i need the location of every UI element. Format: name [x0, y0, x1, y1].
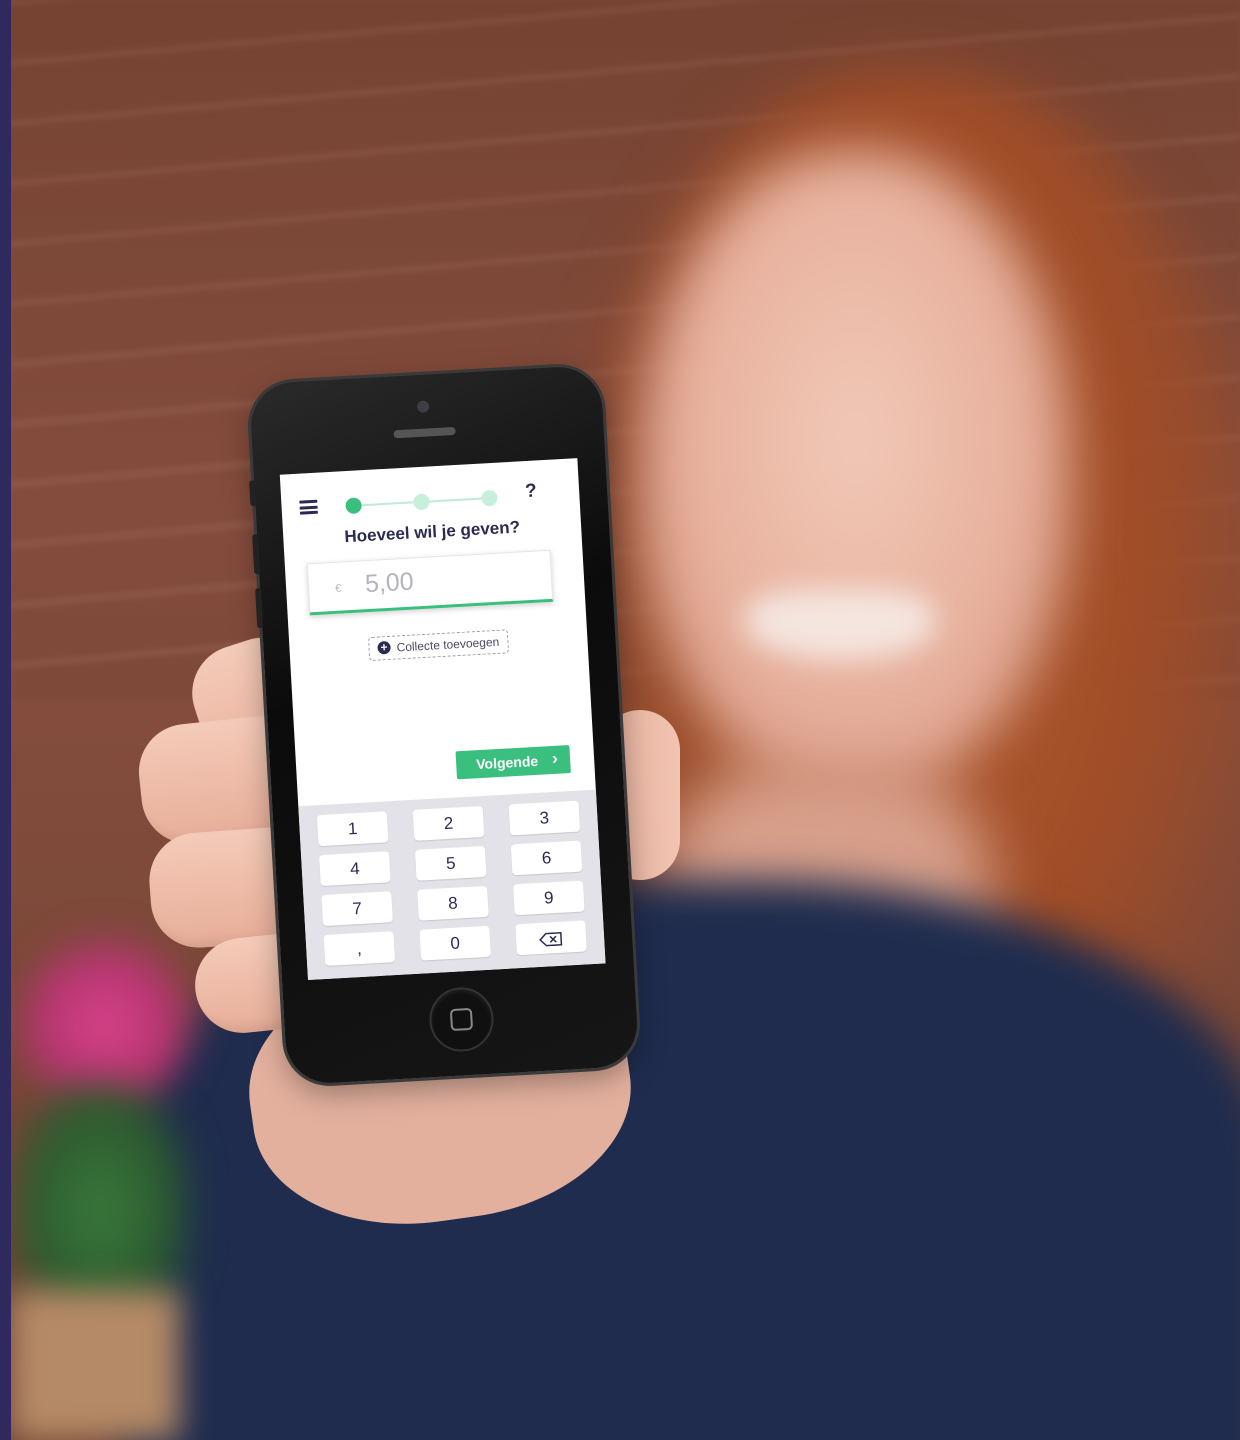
page-title: Hoeveel wil je geven? [343, 517, 521, 547]
add-collecte-button[interactable]: + Collecte toevoegen [367, 629, 510, 662]
key-4[interactable]: 4 [319, 851, 391, 887]
top-bar: ? [280, 458, 580, 519]
person-smile [745, 590, 935, 660]
key-1[interactable]: 1 [316, 811, 389, 847]
next-button-label: Volgende [475, 752, 539, 773]
key-3[interactable]: 3 [508, 800, 581, 836]
help-button[interactable]: ? [525, 480, 538, 503]
key-8[interactable]: 8 [417, 885, 489, 921]
step-connector [427, 497, 484, 503]
earpiece-speaker [393, 426, 456, 439]
home-button[interactable] [427, 985, 496, 1054]
plus-circle-icon: + [377, 640, 391, 655]
chevron-right-icon: › [551, 748, 559, 769]
step-dot-3 [480, 489, 498, 507]
amount-value: 5,00 [364, 567, 415, 599]
key-5[interactable]: 5 [414, 845, 487, 881]
add-collecte-label: Collecte toevoegen [396, 634, 500, 655]
numeric-keypad: 1 2 3 4 5 6 7 8 9 , 0 [298, 789, 606, 980]
step-connector [359, 501, 416, 507]
step-dot-2 [413, 493, 430, 511]
next-button[interactable]: Volgende › [455, 745, 571, 780]
app-screen: ? Hoeveel wil je geven? € 5,00 + Collect… [279, 458, 606, 980]
front-camera [416, 400, 430, 413]
key-9[interactable]: 9 [513, 880, 585, 916]
currency-symbol: € [334, 582, 342, 595]
backspace-key[interactable] [515, 920, 587, 956]
key-2[interactable]: 2 [412, 805, 485, 841]
smartphone: ? Hoeveel wil je geven? € 5,00 + Collect… [248, 364, 640, 1086]
amount-input[interactable]: € 5,00 [306, 549, 554, 616]
key-6[interactable]: 6 [510, 840, 583, 876]
home-square-icon [449, 1007, 474, 1032]
key-0[interactable]: 0 [419, 925, 492, 961]
step-dot-1 [345, 497, 363, 515]
volume-up-button [252, 534, 261, 575]
backspace-icon [539, 931, 563, 946]
left-accent-bar [0, 0, 11, 1440]
key-comma[interactable]: , [323, 931, 396, 967]
progress-steps [345, 489, 498, 515]
person-face [640, 150, 1070, 790]
flower-pot [10, 1290, 180, 1440]
volume-down-button [255, 587, 264, 629]
hamburger-menu-icon[interactable] [299, 499, 319, 515]
side-button [249, 480, 257, 507]
key-7[interactable]: 7 [321, 891, 393, 927]
